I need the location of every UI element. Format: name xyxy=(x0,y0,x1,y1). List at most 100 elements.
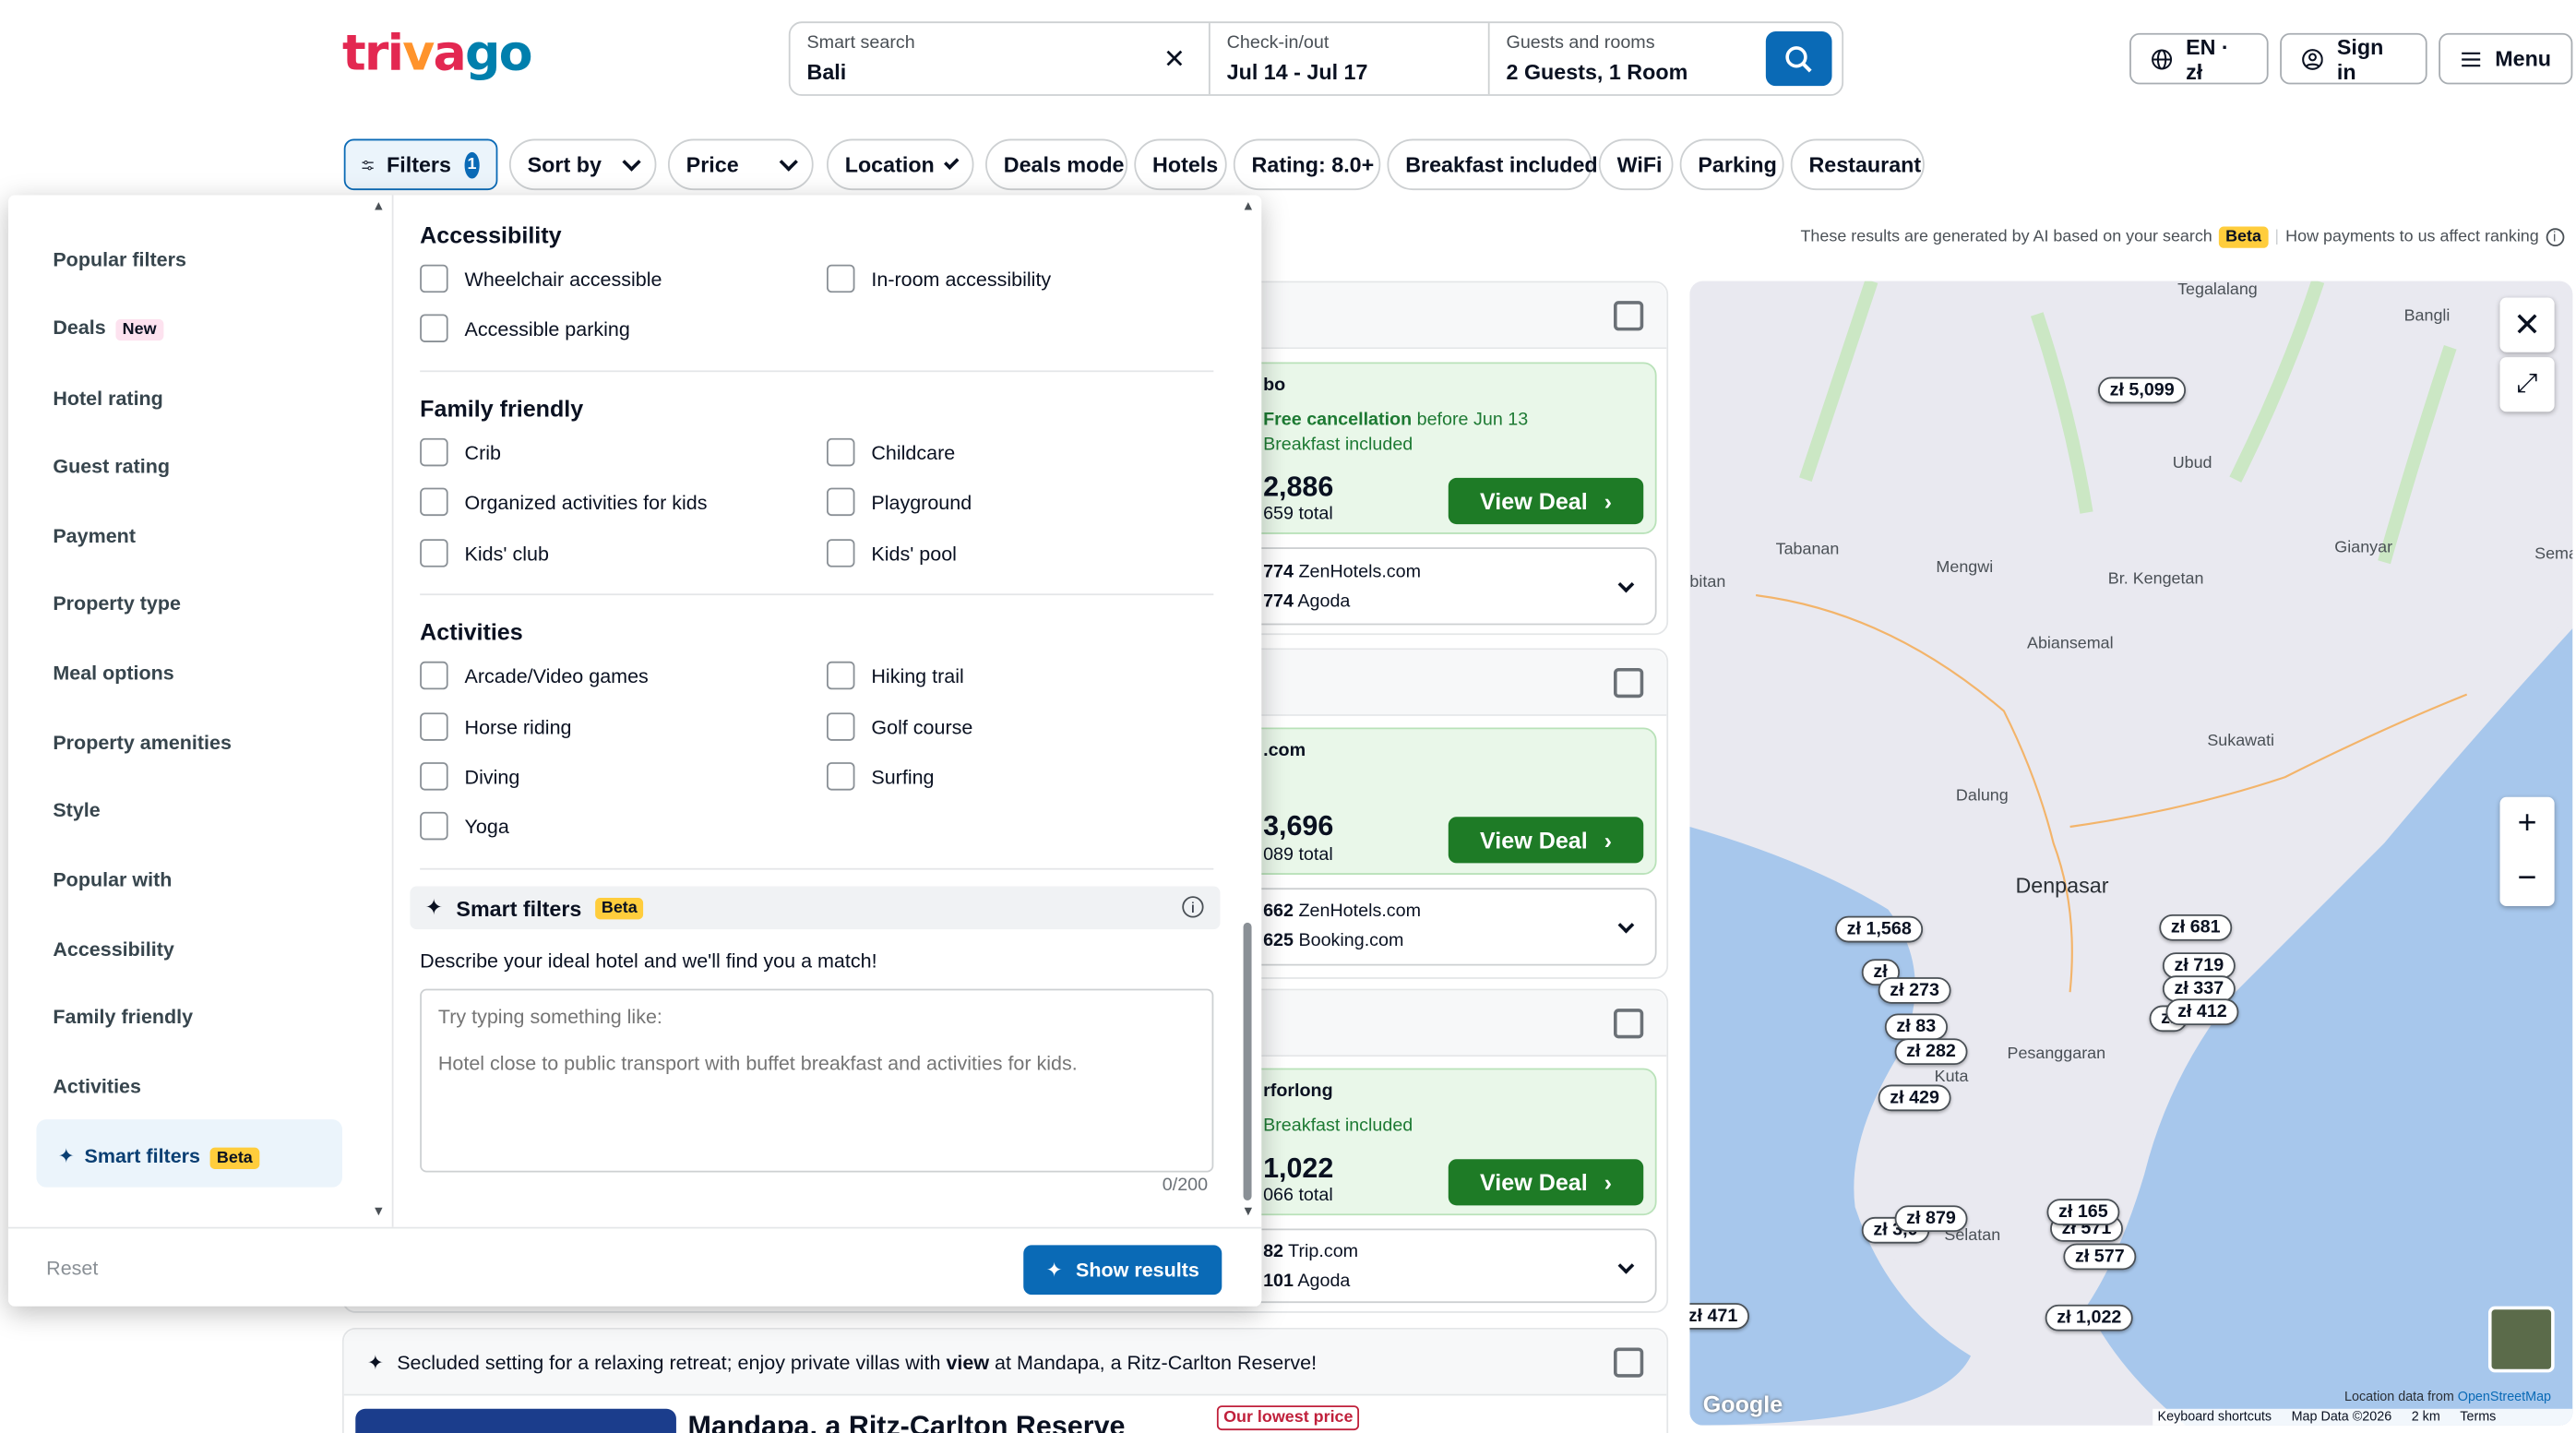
price-pin[interactable]: zł 282 xyxy=(1894,1038,1968,1066)
close-map-button[interactable]: ✕ xyxy=(2499,297,2555,352)
checkbox-accessible-parking[interactable]: Accessible parking xyxy=(420,314,630,342)
price-pin[interactable]: zł 681 xyxy=(2159,914,2233,941)
checkbox-golf[interactable]: Golf course xyxy=(827,712,972,741)
sort-by-dropdown[interactable]: Sort by xyxy=(508,138,657,191)
expand-map-button[interactable]: ⤢ xyxy=(2499,357,2555,412)
nav-family-friendly[interactable]: Family friendly xyxy=(53,1006,193,1029)
checkbox-box[interactable] xyxy=(420,314,448,342)
scroll-down-arrow[interactable]: ▼ xyxy=(1242,1204,1255,1219)
view-deal-button[interactable]: View Deal › xyxy=(1448,1159,1644,1206)
nav-popular-with[interactable]: Popular with xyxy=(53,868,172,891)
nav-meal-options[interactable]: Meal options xyxy=(53,662,173,685)
checkbox-box[interactable] xyxy=(827,762,855,791)
checkbox-childcare[interactable]: Childcare xyxy=(827,437,955,467)
chevron-down-icon[interactable] xyxy=(1617,916,1635,934)
checkbox-horse-riding[interactable]: Horse riding xyxy=(420,712,572,741)
price-pin[interactable]: zł 1,568 xyxy=(1835,915,1924,943)
info-icon[interactable]: i xyxy=(2545,228,2564,247)
alternate-offers[interactable]: 662 ZenHotels.com 625 Booking.com xyxy=(1215,888,1657,966)
checkbox-kids-pool[interactable]: Kids' pool xyxy=(827,539,957,567)
price-pin[interactable]: zł 429 xyxy=(1878,1084,1951,1112)
checkbox-arcade[interactable]: Arcade/Video games xyxy=(420,661,649,690)
checkbox-box[interactable] xyxy=(420,762,448,791)
nav-activities[interactable]: Activities xyxy=(53,1075,141,1098)
nav-popular-filters[interactable]: Popular filters xyxy=(53,248,186,271)
sign-in-button[interactable]: Sign in xyxy=(2280,32,2427,85)
guests-field[interactable]: Guests and rooms 2 Guests, 1 Room xyxy=(1490,23,1764,94)
nav-smart-filters-label[interactable]: ✦ Smart filters Beta xyxy=(58,1144,259,1169)
price-dropdown[interactable]: Price xyxy=(667,138,814,191)
price-pin[interactable]: zł 5,099 xyxy=(2098,376,2187,404)
thumbs-up-icon[interactable] xyxy=(1613,1009,1644,1039)
checkbox-wheelchair[interactable]: Wheelchair accessible xyxy=(420,264,662,293)
scroll-up-arrow[interactable]: ▲ xyxy=(372,198,385,213)
panel-scrollbar[interactable] xyxy=(1243,922,1252,1200)
alternate-offers[interactable]: 82 Trip.com 101 Agoda xyxy=(1215,1228,1657,1304)
thumbs-up-icon[interactable] xyxy=(1613,301,1644,331)
trivago-logo[interactable]: trivago xyxy=(342,25,533,83)
price-pin[interactable]: zł 273 xyxy=(1878,977,1951,1004)
checkbox-box[interactable] xyxy=(827,264,855,293)
view-deal-button[interactable]: View Deal › xyxy=(1448,817,1644,864)
clear-search-icon[interactable]: ✕ xyxy=(1163,43,1186,77)
price-pin[interactable]: zł 577 xyxy=(2063,1243,2137,1271)
info-icon[interactable]: i xyxy=(1182,896,1204,918)
thumbs-up-icon[interactable] xyxy=(1613,667,1644,699)
checkbox-box[interactable] xyxy=(420,264,448,293)
price-pin[interactable]: zł 165 xyxy=(2046,1199,2120,1225)
smart-filters-input[interactable] xyxy=(420,988,1214,1173)
osm-link[interactable]: OpenStreetMap xyxy=(2458,1389,2551,1403)
language-currency-button[interactable]: EN · zł xyxy=(2129,32,2269,85)
chevron-down-icon[interactable] xyxy=(1617,576,1635,593)
checkbox-kids-activities[interactable]: Organized activities for kids xyxy=(420,487,708,517)
search-button[interactable] xyxy=(1765,31,1832,87)
chip-restaurant[interactable]: Restaurant xyxy=(1790,138,1925,191)
view-deal-button[interactable]: View Deal › xyxy=(1448,477,1644,525)
checkbox-crib[interactable]: Crib xyxy=(420,437,501,467)
zoom-out-icon[interactable]: − xyxy=(2518,860,2537,898)
checkbox-box[interactable] xyxy=(827,487,855,517)
chip-hotels[interactable]: Hotels xyxy=(1134,138,1227,191)
nav-property-amenities[interactable]: Property amenities xyxy=(53,731,232,754)
checkbox-box[interactable] xyxy=(827,712,855,741)
checkbox-box[interactable] xyxy=(420,661,448,690)
filters-button[interactable]: Filters 1 xyxy=(343,138,498,191)
map[interactable]: Tegalalang Bangli Ubud Tabanan Mengwi Gi… xyxy=(1689,281,2573,1426)
thumbs-up-icon[interactable] xyxy=(1613,1347,1644,1378)
location-dropdown[interactable]: Location xyxy=(827,138,974,191)
nav-accessibility[interactable]: Accessibility xyxy=(53,937,173,961)
nav-style[interactable]: Style xyxy=(53,799,100,822)
nav-property-type[interactable]: Property type xyxy=(53,592,181,615)
chip-breakfast[interactable]: Breakfast included xyxy=(1387,138,1598,191)
zoom-in-icon[interactable]: + xyxy=(2518,806,2537,843)
ranking-link[interactable]: How payments to us affect ranking xyxy=(2285,228,2539,246)
smart-search-field[interactable]: Smart search Bali ✕ xyxy=(791,23,1210,95)
checkbox-box[interactable] xyxy=(827,539,855,567)
show-results-button[interactable]: ✦ Show results xyxy=(1023,1245,1222,1296)
scroll-down-arrow[interactable]: ▼ xyxy=(372,1204,385,1219)
keyboard-shortcuts-link[interactable]: Keyboard shortcuts xyxy=(2158,1409,2272,1426)
menu-button[interactable]: Menu xyxy=(2439,32,2573,85)
satellite-toggle[interactable] xyxy=(2487,1306,2555,1373)
price-pin[interactable]: zł 1,022 xyxy=(2045,1304,2133,1331)
chip-parking[interactable]: Parking xyxy=(1679,138,1784,191)
checkbox-playground[interactable]: Playground xyxy=(827,487,972,517)
chip-deals-mode[interactable]: Deals mode xyxy=(985,138,1128,191)
nav-deals[interactable]: Deals New xyxy=(53,316,163,341)
chip-rating[interactable]: Rating: 8.0+ xyxy=(1233,138,1381,191)
nav-payment[interactable]: Payment xyxy=(53,524,136,547)
chip-wifi[interactable]: WiFi xyxy=(1598,138,1674,191)
reset-button[interactable]: Reset xyxy=(46,1257,98,1280)
price-pin[interactable]: zł 83 xyxy=(1884,1013,1948,1041)
checkbox-box[interactable] xyxy=(420,539,448,567)
checkbox-box[interactable] xyxy=(827,437,855,467)
alternate-offers[interactable]: 774 ZenHotels.com 774 Agoda xyxy=(1215,547,1657,626)
checkbox-yoga[interactable]: Yoga xyxy=(420,811,509,841)
checkbox-box[interactable] xyxy=(420,811,448,841)
price-pin[interactable]: zł 879 xyxy=(1894,1205,1968,1233)
checkbox-box[interactable] xyxy=(420,437,448,467)
checkbox-box[interactable] xyxy=(420,487,448,517)
checkbox-hiking[interactable]: Hiking trail xyxy=(827,661,964,690)
price-pin[interactable]: zł 471 xyxy=(1689,1303,1749,1330)
chevron-down-icon[interactable] xyxy=(1617,1257,1635,1274)
